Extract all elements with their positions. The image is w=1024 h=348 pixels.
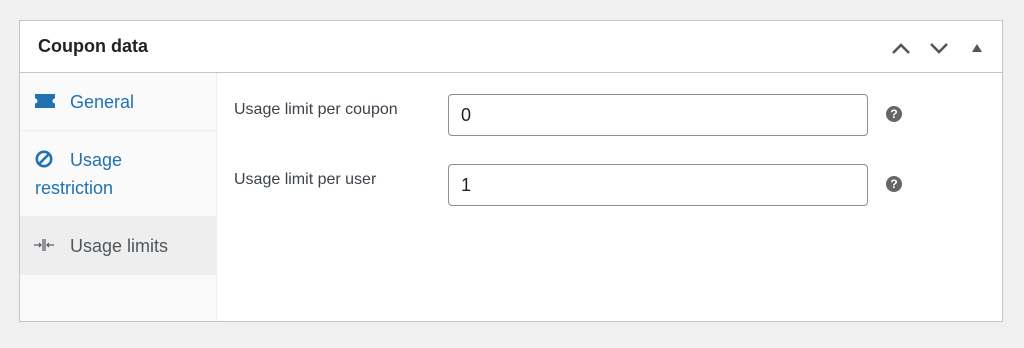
- postbox-header: Coupon data: [20, 21, 1002, 73]
- coupon-tabs: General Usage restriction Usage limits: [20, 73, 217, 321]
- tab-usage-restriction-label-line1: Usage: [70, 150, 123, 170]
- help-tip-icon[interactable]: ?: [886, 106, 902, 122]
- usage-limit-per-coupon-label: Usage limit per coupon: [234, 101, 398, 118]
- triangle-up-icon: [972, 44, 982, 52]
- chevron-up-icon: [892, 43, 910, 54]
- move-down-button[interactable]: [926, 35, 952, 61]
- tab-usage-restriction[interactable]: Usage restriction: [20, 131, 216, 217]
- handle-actions: [888, 35, 990, 61]
- usage-limits-panel: Usage limit per coupon ? Usage limit per…: [218, 73, 1002, 321]
- coupon-data-postbox: Coupon data General Usage restriction Us…: [19, 20, 1003, 322]
- coupon-panel: General Usage restriction Usage limits U…: [20, 73, 1002, 321]
- usage-limit-per-user-input[interactable]: [448, 164, 868, 206]
- ticket-icon: [35, 94, 55, 108]
- tab-usage-restriction-label-line2: restriction: [35, 178, 114, 198]
- usage-limit-per-user-label: Usage limit per user: [234, 171, 377, 188]
- toggle-panel-button[interactable]: [964, 35, 990, 61]
- chevron-down-icon: [930, 43, 948, 54]
- tab-usage-limits-label: Usage limits: [70, 236, 169, 256]
- usage-limit-per-coupon-row: Usage limit per coupon ?: [218, 94, 1002, 138]
- tab-general[interactable]: General: [20, 73, 216, 131]
- move-up-button[interactable]: [888, 35, 914, 61]
- help-tip-icon[interactable]: ?: [886, 176, 902, 192]
- prohibited-icon: [35, 150, 53, 168]
- arrows-in-icon: [34, 239, 54, 251]
- postbox-title: Coupon data: [38, 36, 148, 56]
- tab-usage-limits[interactable]: Usage limits: [20, 217, 216, 275]
- usage-limit-per-user-row: Usage limit per user ?: [218, 164, 1002, 208]
- usage-limit-per-coupon-input[interactable]: [448, 94, 868, 136]
- tab-general-label: General: [70, 92, 135, 112]
